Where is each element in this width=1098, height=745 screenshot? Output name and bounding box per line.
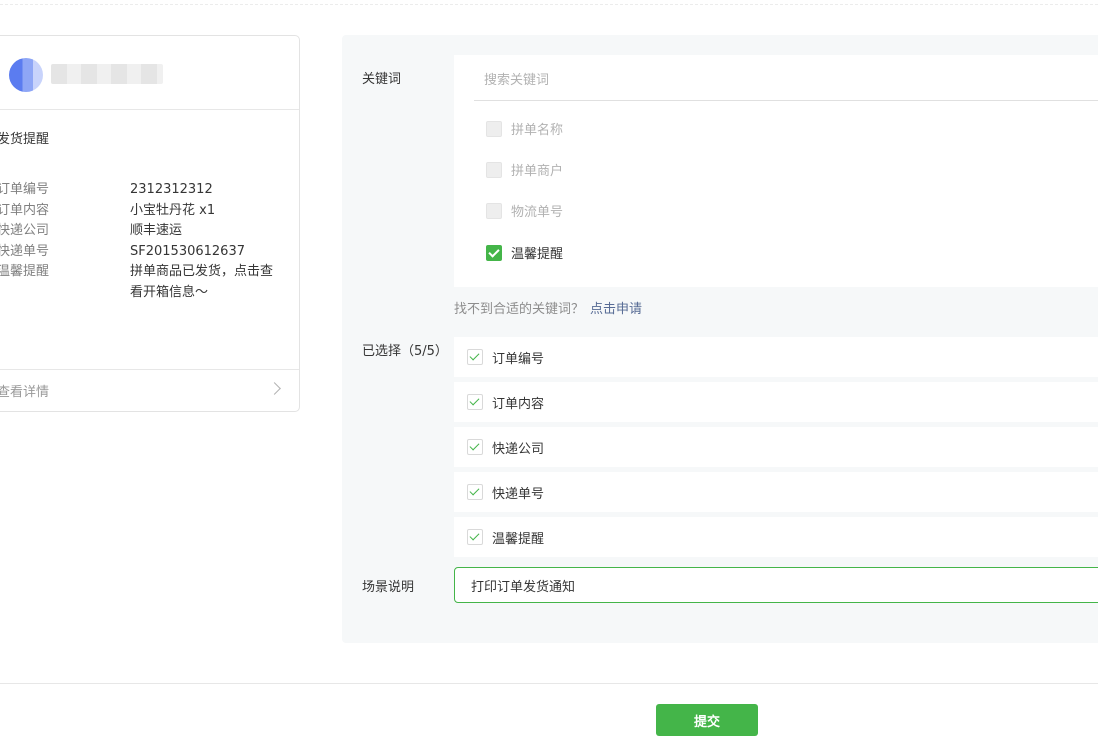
keyword-option: 拼单商户	[486, 160, 563, 179]
checkbox-checked-icon[interactable]	[467, 439, 483, 455]
selected-keyword-label: 快递公司	[492, 441, 545, 457]
keyword-hint: 找不到合适的关键词？ 点击申请	[454, 298, 642, 317]
preview-field-row: 快递公司 顺丰速运	[0, 221, 287, 242]
keyword-option-label: 温馨提醒	[511, 247, 564, 262]
keyword-option-label: 拼单名称	[511, 123, 564, 138]
checkbox-checked-icon[interactable]	[486, 244, 502, 261]
checkbox-disabled	[486, 161, 502, 178]
selected-label: 已选择（5/5）	[362, 344, 448, 359]
preview-field-list: 订单编号 2312312312 订单内容 小宝牡丹花 x1 快递公司 顺丰速运 …	[0, 180, 287, 303]
preview-field-key: 订单编号	[0, 182, 50, 197]
view-details-link[interactable]: 查看详情	[0, 369, 299, 411]
preview-field-key: 快递单号	[0, 243, 50, 259]
preview-card-header	[0, 36, 299, 110]
preview-field-row: 订单内容 小宝牡丹花 x1	[0, 201, 287, 222]
keyword-picker: 拼单名称 拼单商户 物流单号 温馨提醒	[454, 55, 1098, 287]
keyword-search-input[interactable]	[474, 61, 1098, 101]
preview-field-row: 订单编号 2312312312	[0, 180, 287, 201]
blurred-account-name	[51, 64, 163, 84]
template-config-panel: 关键词 拼单名称 拼单商户 物流单号 温馨提醒 找不到合适的关键词？ 点击申请 已…	[342, 35, 1098, 643]
preview-field-key: 温馨提醒	[0, 264, 50, 279]
selected-keyword-label: 温馨提醒	[492, 531, 545, 547]
checkbox-checked-icon[interactable]	[467, 349, 483, 365]
selected-keyword-item[interactable]: 快递单号	[454, 472, 1098, 512]
checkbox-checked-icon[interactable]	[467, 394, 483, 410]
preview-field-key: 快递公司	[0, 223, 50, 238]
scene-description-input[interactable]	[454, 567, 1098, 603]
preview-field-value: SF201530612637	[130, 243, 245, 259]
selected-keyword-label: 订单内容	[492, 396, 545, 412]
preview-field-value: 2312312312	[130, 182, 213, 197]
keyword-option: 物流单号	[486, 201, 563, 220]
preview-field-value: 拼单商品已发货，点击查看开箱信息～	[130, 264, 274, 300]
keyword-hint-text: 找不到合适的关键词？	[454, 302, 585, 317]
footer-divider	[0, 683, 1098, 684]
keyword-option-label: 物流单号	[511, 205, 564, 220]
selected-keyword-item[interactable]: 订单内容	[454, 382, 1098, 422]
selected-keyword-item[interactable]: 快递公司	[454, 427, 1098, 467]
submit-button[interactable]: 提交	[656, 704, 758, 736]
selected-keyword-item[interactable]: 温馨提醒	[454, 517, 1098, 557]
keywords-label: 关键词	[362, 72, 402, 87]
message-preview-card: 发货提醒 订单编号 2312312312 订单内容 小宝牡丹花 x1 快递公司 …	[0, 35, 300, 412]
keyword-option[interactable]: 温馨提醒	[486, 243, 563, 262]
checkbox-disabled	[486, 120, 502, 137]
view-details-label: 查看详情	[0, 385, 50, 400]
checkbox-disabled	[486, 202, 502, 219]
preview-field-row: 快递单号 SF201530612637	[0, 242, 287, 263]
selected-keyword-label: 订单编号	[492, 351, 545, 367]
preview-title: 发货提醒	[0, 132, 50, 147]
preview-field-value: 顺丰速运	[130, 223, 183, 238]
top-divider	[0, 4, 1098, 5]
scene-label: 场景说明	[362, 580, 415, 595]
keyword-option-label: 拼单商户	[511, 164, 564, 179]
preview-field-row: 温馨提醒 拼单商品已发货，点击查看开箱信息～	[0, 262, 287, 303]
preview-field-value: 小宝牡丹花 x1	[130, 202, 216, 218]
checkbox-checked-icon[interactable]	[467, 484, 483, 500]
selected-keyword-label: 快递单号	[492, 486, 545, 502]
selected-keyword-item[interactable]: 订单编号	[454, 337, 1098, 377]
keyword-option: 拼单名称	[486, 119, 563, 138]
apply-keyword-link[interactable]: 点击申请	[590, 302, 642, 317]
chevron-right-icon	[268, 382, 281, 395]
checkbox-checked-icon[interactable]	[467, 529, 483, 545]
avatar	[9, 58, 43, 92]
selected-keyword-list: 订单编号 订单内容 快递公司 快递单号 温馨提醒	[454, 337, 1098, 562]
preview-field-key: 订单内容	[0, 202, 50, 218]
